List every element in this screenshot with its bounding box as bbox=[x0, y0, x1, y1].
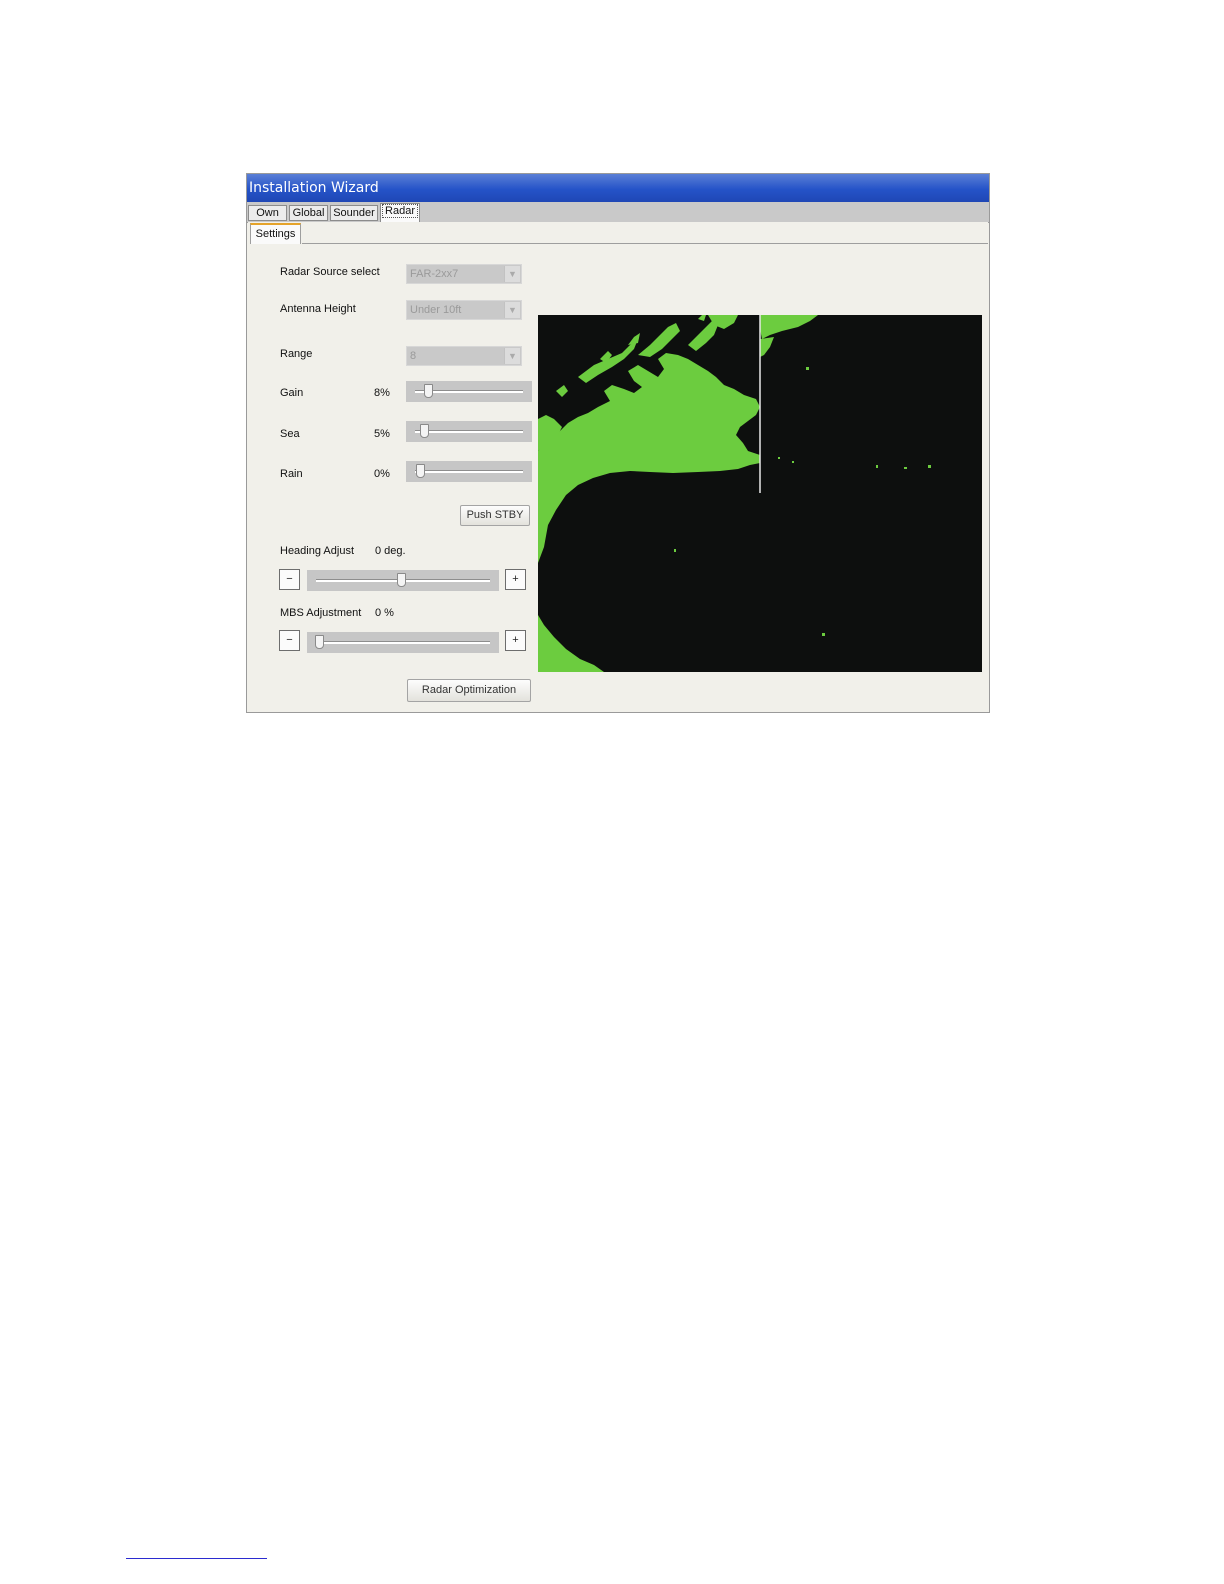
sea-slider-track bbox=[415, 430, 523, 433]
rain-slider-track bbox=[415, 470, 523, 473]
chevron-down-icon[interactable]: ▼ bbox=[504, 266, 520, 282]
tab-own-label: Own bbox=[256, 207, 279, 219]
rain-value: 0% bbox=[374, 468, 390, 480]
heading-increase-button[interactable]: + bbox=[505, 569, 526, 590]
heading-decrease-button[interactable]: − bbox=[279, 569, 300, 590]
sea-label: Sea bbox=[280, 428, 300, 440]
radar-source-label: Radar Source select bbox=[280, 266, 380, 278]
radar-echo-image bbox=[538, 315, 931, 672]
antenna-height-value: Under 10ft bbox=[410, 304, 462, 316]
chevron-down-icon[interactable]: ▼ bbox=[504, 348, 520, 364]
gain-label: Gain bbox=[280, 387, 304, 399]
mbs-adjustment-value: 0 % bbox=[375, 607, 394, 619]
mbs-decrease-button[interactable]: − bbox=[279, 630, 300, 651]
gain-value: 8% bbox=[374, 387, 390, 399]
heading-adjust-label: Heading Adjust bbox=[280, 545, 354, 557]
rain-slider-thumb[interactable] bbox=[416, 464, 425, 478]
antenna-height-select[interactable]: Under 10ft ▼ bbox=[406, 300, 522, 320]
mbs-adjustment-thumb[interactable] bbox=[315, 635, 324, 649]
gain-slider-thumb[interactable] bbox=[424, 384, 433, 398]
tab-own[interactable]: Own bbox=[248, 205, 287, 221]
main-tabstrip: Own Global Sounder Radar bbox=[247, 202, 989, 223]
gain-slider[interactable] bbox=[406, 381, 532, 402]
radar-optimization-button[interactable]: Radar Optimization bbox=[407, 679, 531, 702]
radar-display[interactable] bbox=[538, 315, 982, 672]
mbs-adjustment-label: MBS Adjustment bbox=[280, 607, 362, 619]
subtab-settings[interactable]: Settings bbox=[250, 223, 301, 244]
tab-sounder[interactable]: Sounder bbox=[330, 205, 378, 221]
antenna-height-label: Antenna Height bbox=[280, 303, 356, 315]
range-select[interactable]: 8 ▼ bbox=[406, 346, 522, 366]
mbs-adjustment-track bbox=[316, 641, 490, 644]
rain-label: Rain bbox=[280, 468, 303, 480]
range-label: Range bbox=[280, 348, 313, 360]
window-title: Installation Wizard bbox=[247, 174, 989, 202]
tab-sounder-label: Sounder bbox=[333, 207, 375, 219]
radar-source-value: FAR-2xx7 bbox=[410, 268, 459, 280]
sea-slider-thumb[interactable] bbox=[420, 424, 429, 438]
push-stby-button[interactable]: Push STBY bbox=[460, 505, 530, 526]
mbs-increase-button[interactable]: + bbox=[505, 630, 526, 651]
tab-radar-label: Radar bbox=[382, 204, 418, 218]
tab-global-label: Global bbox=[292, 207, 325, 219]
range-value: 8 bbox=[410, 350, 417, 362]
tab-radar[interactable]: Radar bbox=[380, 203, 420, 222]
chevron-down-icon[interactable]: ▼ bbox=[504, 302, 520, 318]
sea-value: 5% bbox=[374, 428, 390, 440]
rain-slider[interactable] bbox=[406, 461, 532, 482]
radar-source-select[interactable]: FAR-2xx7 ▼ bbox=[406, 264, 522, 284]
sea-slider[interactable] bbox=[406, 421, 532, 442]
heading-adjust-thumb[interactable] bbox=[397, 573, 406, 587]
subtab-divider bbox=[302, 243, 988, 244]
heading-adjust-slider[interactable] bbox=[307, 570, 499, 591]
heading-adjust-value: 0 deg. bbox=[375, 545, 406, 557]
footer-link-underline bbox=[126, 1558, 267, 1559]
mbs-adjustment-slider[interactable] bbox=[307, 632, 499, 653]
tab-global[interactable]: Global bbox=[289, 205, 328, 221]
